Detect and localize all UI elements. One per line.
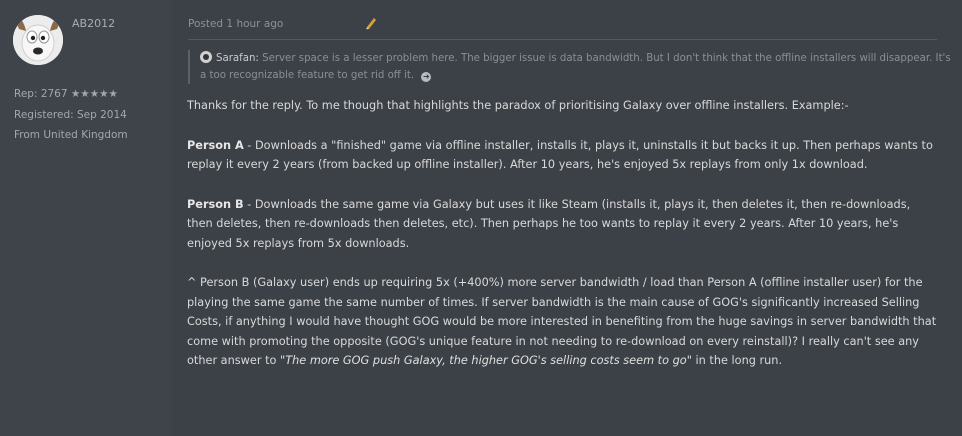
quote-text: Server space is a lesser problem here. T… [200,53,951,81]
post-content: Posted 1 hour ago Sarafan: Server space … [172,0,962,436]
person-a-label: Person A [187,138,244,152]
user-registered: Registered: Sep 2014 [14,109,127,121]
conclusion-paragraph: ^ Person B (Galaxy user) ends up requiri… [187,273,939,371]
user-avatar-icon [13,15,63,65]
person-b-text: - Downloads the same game via Galaxy but… [187,197,911,250]
username[interactable]: AB2012 [72,17,115,30]
conclusion-quote: "The more GOG push Galaxy, the higher GO… [280,354,692,367]
post-intro: Thanks for the reply. To me though that … [187,99,849,112]
pencil-icon[interactable] [364,16,378,30]
person-a-paragraph: Person A - Downloads a "finished" game v… [187,136,939,175]
person-b-label: Person B [187,197,244,211]
quote-avatar-icon [200,51,212,63]
post-body: Thanks for the reply. To me though that … [187,96,939,391]
quote-author[interactable]: Sarafan: [216,53,259,64]
conclusion-end: in the long run. [691,354,783,367]
arrow-right-circle-icon[interactable]: ➜ [421,72,432,82]
header-divider [188,39,937,40]
person-a-text: - Downloads a "finished" game via offlin… [187,138,933,172]
user-rep: Rep: 2767 ★★★★★ [14,88,118,100]
person-b-paragraph: Person B - Downloads the same game via G… [187,195,939,254]
user-location: From United Kingdom [14,129,128,141]
post-timestamp: Posted 1 hour ago [188,18,284,30]
user-sidebar: AB2012 Rep: 2767 ★★★★★ Registered: Sep 2… [0,0,172,436]
user-avatar[interactable] [13,15,63,65]
quoted-reply: Sarafan: Server space is a lesser proble… [188,50,952,84]
